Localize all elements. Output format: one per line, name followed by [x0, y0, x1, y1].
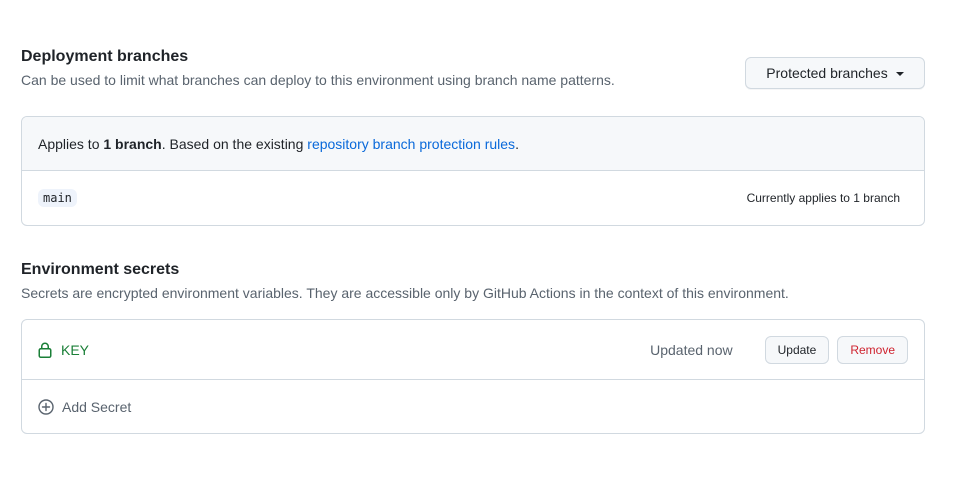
environment-settings: Deployment branches Can be used to limit…: [0, 0, 959, 478]
secret-updated-text: Updated now: [650, 341, 733, 358]
branch-rule-dropdown-label: Protected branches: [766, 65, 888, 81]
applies-count: 1 branch: [103, 135, 162, 152]
branch-rule-dropdown[interactable]: Protected branches: [745, 57, 925, 89]
secret-actions: Updated now Update Remove: [650, 335, 908, 364]
add-secret-label: Add Secret: [62, 398, 132, 415]
environment-secrets-box: KEY Updated now Update Remove Add Secret: [21, 319, 925, 434]
secret-name: KEY: [61, 341, 90, 358]
deployment-branches-description: Can be used to limit what branches can d…: [21, 72, 615, 88]
triangle-down-icon: [895, 71, 904, 76]
secret-identity: KEY: [38, 342, 89, 358]
applies-prefix: Applies to: [38, 135, 104, 152]
add-secret-button[interactable]: Add Secret: [22, 380, 924, 433]
deployment-branches-box: Applies to 1 branch . Based on the exist…: [21, 116, 925, 226]
lock-icon: [38, 342, 52, 358]
environment-secrets-title: Environment secrets: [21, 261, 180, 278]
update-secret-button[interactable]: Update: [764, 335, 830, 364]
branch-row: main Currently applies to 1 branch: [22, 171, 924, 225]
plus-circle-icon: [38, 398, 54, 415]
branch-count-text: Currently applies to 1 branch: [746, 191, 900, 205]
remove-secret-button[interactable]: Remove: [837, 335, 908, 364]
secret-row: KEY Updated now Update Remove: [22, 320, 924, 380]
branch-tag: main: [38, 189, 77, 207]
applies-middle: . Based on the existing: [161, 135, 308, 152]
applies-suffix: .: [515, 135, 519, 152]
applies-to-header: Applies to 1 branch . Based on the exist…: [22, 117, 924, 171]
branch-protection-rules-link[interactable]: repository branch protection rules: [307, 136, 515, 152]
environment-secrets-description: Secrets are encrypted environment variab…: [21, 285, 789, 301]
deployment-branches-title: Deployment branches: [21, 48, 189, 65]
